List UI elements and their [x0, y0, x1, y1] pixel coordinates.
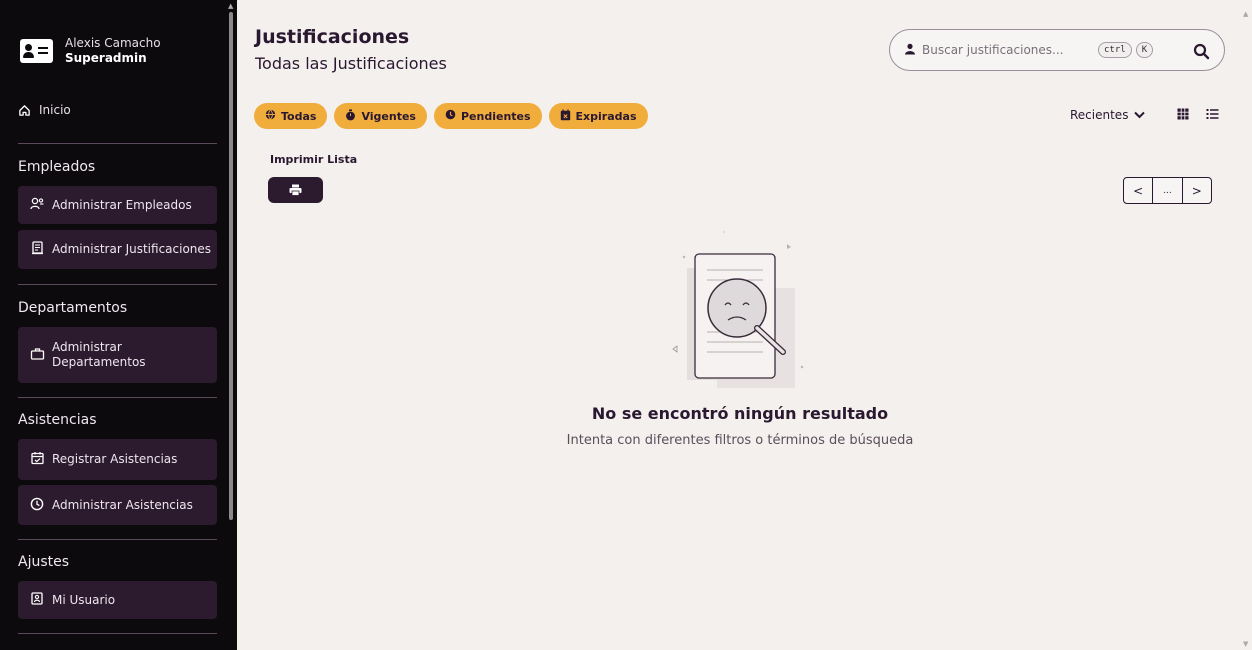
- sidebar-item-label: Administrar Asistencias: [52, 497, 193, 512]
- sidebar-item-mi-usuario[interactable]: Mi Usuario: [18, 581, 217, 619]
- page-subtitle: Todas las Justificaciones: [255, 54, 447, 73]
- search-input[interactable]: [922, 43, 1094, 57]
- empty-search-illustration: [672, 231, 804, 388]
- chip-label: Vigentes: [361, 109, 416, 123]
- view-toggle: [1168, 102, 1228, 130]
- filter-chip-pendientes[interactable]: Pendientes: [433, 103, 542, 129]
- chip-label: Expiradas: [575, 109, 637, 123]
- sort-dropdown[interactable]: Recientes: [1070, 108, 1146, 122]
- kbd-ctrl: ctrl: [1098, 42, 1132, 58]
- filter-chip-vigentes[interactable]: Vigentes: [334, 103, 427, 129]
- chip-label: Pendientes: [460, 109, 531, 123]
- sidebar-item-administrar-departamentos[interactable]: Administrar Departamentos: [18, 327, 217, 383]
- empty-state-title: No se encontró ningún resultado: [591, 404, 889, 423]
- sidebar-divider: [18, 397, 217, 398]
- calendar-x-icon: [560, 109, 571, 124]
- filter-chip-expiradas[interactable]: Expiradas: [548, 103, 648, 129]
- sidebar-item-administrar-justificaciones[interactable]: Administrar Justificaciones: [18, 230, 217, 269]
- stopwatch-icon: [345, 109, 356, 124]
- id-card-icon: [20, 39, 53, 63]
- calendar-check-icon: [30, 451, 44, 468]
- main-scroll-up-icon[interactable]: ▲: [1243, 10, 1248, 18]
- user-name: Alexis Camacho: [65, 36, 161, 50]
- users-icon: [30, 197, 44, 214]
- chevron-down-icon: [1134, 111, 1146, 119]
- user-profile[interactable]: Alexis Camacho Superadmin: [20, 36, 161, 66]
- empty-state-subtitle: Intenta con diferentes filtros o término…: [566, 433, 914, 448]
- filter-chip-todas[interactable]: Todas: [254, 103, 328, 129]
- document-icon: [30, 241, 44, 258]
- pagination-next-button[interactable]: >: [1183, 178, 1211, 203]
- sidebar-item-administrar-asistencias[interactable]: Administrar Asistencias: [18, 485, 217, 525]
- pagination: < ... >: [1123, 177, 1212, 204]
- id-card-icon: [30, 592, 44, 608]
- sidebar: ▲ Alexis Camacho Superadmin Inicio Emple…: [0, 0, 237, 650]
- print-button[interactable]: [268, 177, 323, 203]
- search-button[interactable]: [1188, 38, 1214, 64]
- search-icon: [1193, 43, 1209, 59]
- sidebar-item-administrar-empleados[interactable]: Administrar Empleados: [18, 186, 217, 224]
- section-title-departamentos: Departamentos: [18, 300, 128, 316]
- sidebar-item-label: Administrar Empleados: [52, 197, 192, 212]
- kbd-k: K: [1135, 42, 1154, 58]
- home-icon: [19, 104, 30, 116]
- user-role: Superadmin: [65, 51, 147, 65]
- main-scroll-down-icon[interactable]: ▼: [1243, 640, 1248, 648]
- search-bar[interactable]: ctrl K: [889, 29, 1225, 71]
- briefcase-icon: [30, 347, 45, 363]
- sidebar-scroll-up-icon[interactable]: ▲: [228, 2, 233, 10]
- filter-chips: Todas Vigentes Pendientes Expiradas: [254, 103, 648, 129]
- sidebar-divider: [18, 539, 217, 540]
- section-title-ajustes: Ajustes: [18, 554, 70, 570]
- sidebar-item-label: Administrar Departamentos: [52, 340, 146, 369]
- sidebar-divider: [18, 633, 217, 634]
- pagination-ellipsis[interactable]: ...: [1153, 178, 1183, 203]
- list-view-icon[interactable]: [1206, 108, 1219, 124]
- clock-icon: [30, 497, 44, 514]
- user-icon: [904, 43, 916, 58]
- sidebar-divider: [18, 143, 217, 144]
- pagination-prev-button[interactable]: <: [1124, 178, 1154, 203]
- sort-label: Recientes: [1070, 108, 1129, 122]
- clock-icon: [445, 109, 456, 123]
- section-title-empleados: Empleados: [18, 159, 96, 175]
- sidebar-item-label: Mi Usuario: [52, 592, 116, 607]
- print-label: Imprimir Lista: [270, 153, 358, 166]
- grid-view-icon[interactable]: [1177, 108, 1189, 124]
- sidebar-divider: [18, 284, 217, 285]
- sidebar-item-inicio[interactable]: Inicio: [18, 103, 71, 117]
- sidebar-item-label: Inicio: [39, 103, 71, 117]
- globe-icon: [265, 109, 276, 123]
- sidebar-item-label: Registrar Asistencias: [52, 452, 178, 466]
- page-title: Justificaciones: [255, 26, 410, 48]
- sidebar-item-label: Administrar Justificaciones: [52, 242, 212, 256]
- chip-label: Todas: [281, 109, 317, 123]
- printer-icon: [289, 184, 302, 196]
